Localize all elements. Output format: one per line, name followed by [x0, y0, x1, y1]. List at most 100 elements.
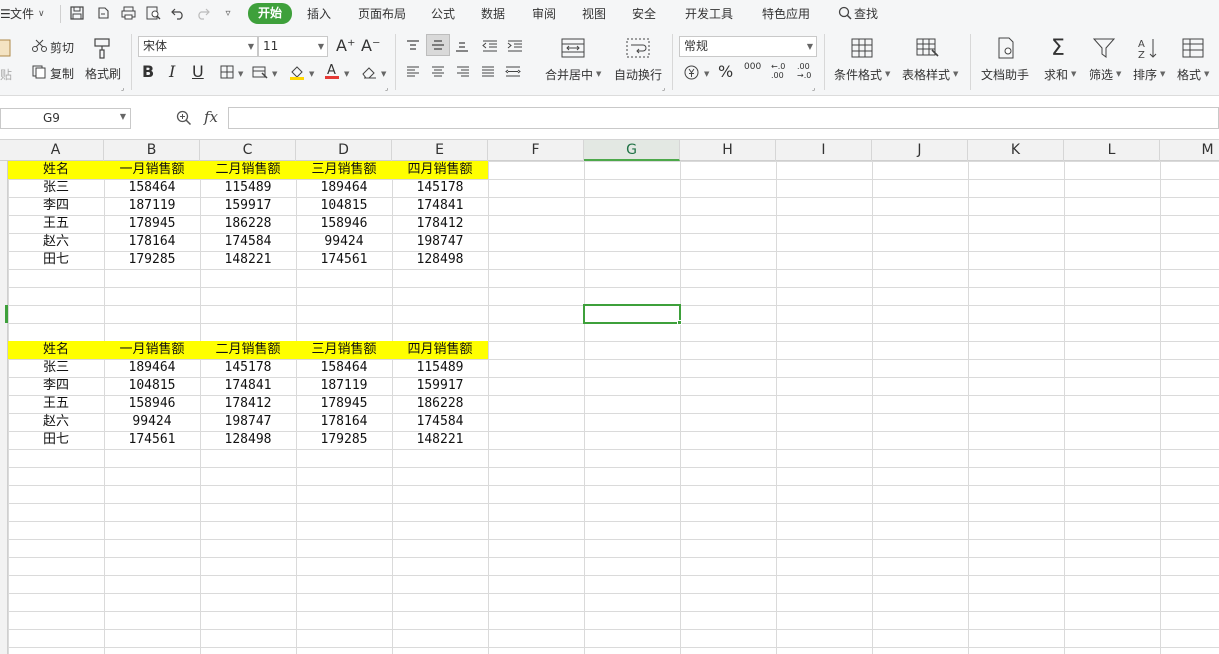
sales-cell[interactable]: 115489	[200, 179, 296, 197]
chevron-down-icon[interactable]: ▼	[1071, 70, 1076, 78]
sales-cell[interactable]: 128498	[392, 251, 488, 269]
sales-cell[interactable]: 174584	[200, 233, 296, 251]
name-cell[interactable]: 王五	[8, 395, 104, 413]
sales-cell[interactable]: 104815	[296, 197, 392, 215]
fx-button[interactable]: fx	[204, 108, 218, 126]
sales-cell[interactable]: 148221	[392, 431, 488, 449]
sales-cell[interactable]: 145178	[200, 359, 296, 377]
table-header-cell[interactable]: 二月销售额	[200, 341, 296, 359]
align-bottom-icon[interactable]	[452, 36, 472, 56]
name-cell[interactable]: 张三	[8, 179, 104, 197]
name-cell[interactable]: 田七	[8, 431, 104, 449]
table-header-cell[interactable]: 一月销售额	[104, 161, 200, 179]
sales-cell[interactable]: 145178	[392, 179, 488, 197]
zoom-function-icon[interactable]	[176, 110, 192, 129]
table-header-cell[interactable]: 姓名	[8, 341, 104, 359]
name-cell[interactable]: 李四	[8, 377, 104, 395]
align-middle-icon[interactable]	[426, 34, 450, 56]
sales-cell[interactable]: 189464	[296, 179, 392, 197]
sales-cell[interactable]: 158946	[104, 395, 200, 413]
column-header-d[interactable]: D	[296, 140, 392, 161]
chevron-down-icon[interactable]: ▼	[953, 70, 958, 78]
wrap-text-icon[interactable]	[624, 36, 652, 60]
cell-area[interactable]: 姓名 一月销售额 二月销售额 三月销售额 四月销售额 张三 158464 115489 1894…	[8, 161, 1219, 654]
sales-cell[interactable]: 174584	[392, 413, 488, 431]
column-header-j[interactable]: J	[872, 140, 968, 161]
sales-cell[interactable]: 186228	[200, 215, 296, 233]
table-style-label[interactable]: 表格样式	[902, 66, 950, 83]
tab-page-layout[interactable]: 页面布局	[358, 4, 406, 24]
column-header-e[interactable]: E	[392, 140, 488, 161]
chevron-down-icon[interactable]: ▼	[120, 112, 126, 121]
borders-icon[interactable]	[218, 64, 236, 80]
number-format-select[interactable]: 常规 ▼	[679, 36, 817, 57]
chevron-down-icon[interactable]: ▼	[704, 70, 709, 78]
chevron-down-icon[interactable]: ▼	[381, 70, 386, 78]
currency-icon[interactable]	[683, 64, 699, 80]
fill-color-icon[interactable]	[288, 64, 306, 80]
align-center-icon[interactable]	[428, 62, 448, 82]
shrink-font-button[interactable]: A⁻	[361, 36, 380, 55]
font-name-select[interactable]: 宋体 ▼	[138, 36, 258, 57]
table-header-cell[interactable]: 三月销售额	[296, 341, 392, 359]
column-header-c[interactable]: C	[200, 140, 296, 161]
table-header-cell[interactable]: 四月销售额	[392, 341, 488, 359]
sales-cell[interactable]: 159917	[392, 377, 488, 395]
name-cell[interactable]: 赵六	[8, 413, 104, 431]
dialog-launcher-icon[interactable]: ⌟	[385, 84, 388, 92]
paste-label[interactable]: 贴	[0, 66, 12, 83]
column-header-f[interactable]: F	[488, 140, 584, 161]
copy-label[interactable]: 复制	[50, 65, 74, 82]
tab-developer[interactable]: 开发工具	[685, 4, 733, 24]
thousands-button[interactable]: 000	[744, 62, 761, 72]
dialog-launcher-icon[interactable]: ⌟	[121, 84, 124, 92]
column-header-a[interactable]: A	[8, 140, 104, 161]
sum-icon[interactable]: Σ	[1046, 36, 1070, 61]
clear-format-icon[interactable]	[360, 64, 378, 80]
sales-cell[interactable]: 198747	[392, 233, 488, 251]
file-menu-chevron-icon[interactable]: ∨	[38, 4, 45, 24]
table-header-cell[interactable]: 四月销售额	[392, 161, 488, 179]
sales-cell[interactable]: 178412	[392, 215, 488, 233]
sales-cell[interactable]: 174841	[392, 197, 488, 215]
print-icon[interactable]	[119, 4, 137, 22]
decrease-decimal-button[interactable]: .00 →.0	[797, 62, 811, 80]
doc-helper-icon[interactable]	[994, 36, 1018, 60]
chevron-down-icon[interactable]: ▼	[344, 70, 349, 78]
sales-cell[interactable]: 158946	[296, 215, 392, 233]
chevron-down-icon[interactable]: ▼	[885, 70, 890, 78]
percent-button[interactable]: %	[718, 62, 733, 81]
chevron-down-icon[interactable]: ▼	[238, 70, 243, 78]
align-left-icon[interactable]	[403, 62, 423, 82]
table-header-cell[interactable]: 二月销售额	[200, 161, 296, 179]
fill-handle[interactable]	[677, 320, 682, 325]
dialog-launcher-icon[interactable]: ⌟	[812, 84, 815, 92]
name-cell[interactable]: 赵六	[8, 233, 104, 251]
merge-center-label[interactable]: 合并居中	[545, 66, 593, 83]
table-header-cell[interactable]: 一月销售额	[104, 341, 200, 359]
align-right-icon[interactable]	[453, 62, 473, 82]
name-cell[interactable]: 田七	[8, 251, 104, 269]
cell-style-icon[interactable]	[251, 64, 269, 80]
tab-insert[interactable]: 插入	[307, 4, 331, 24]
sales-cell[interactable]: 178164	[296, 413, 392, 431]
sales-cell[interactable]: 158464	[104, 179, 200, 197]
chevron-down-icon[interactable]: ▼	[272, 70, 277, 78]
bold-button[interactable]: B	[142, 62, 154, 81]
column-header-k[interactable]: K	[968, 140, 1064, 161]
sales-cell[interactable]: 187119	[104, 197, 200, 215]
save-icon[interactable]	[68, 4, 86, 22]
sales-cell[interactable]: 178164	[104, 233, 200, 251]
sales-cell[interactable]: 99424	[104, 413, 200, 431]
font-size-select[interactable]: 11 ▼	[258, 36, 328, 57]
sales-cell[interactable]: 186228	[392, 395, 488, 413]
sales-cell[interactable]: 174841	[200, 377, 296, 395]
justify-icon[interactable]	[478, 62, 498, 82]
sales-cell[interactable]: 179285	[296, 431, 392, 449]
sales-cell[interactable]: 189464	[104, 359, 200, 377]
column-header-m[interactable]: M	[1160, 140, 1219, 161]
increase-decimal-button[interactable]: ←.0 .00	[771, 62, 785, 80]
sales-cell[interactable]: 178945	[104, 215, 200, 233]
copy-icon[interactable]	[31, 64, 47, 80]
name-box[interactable]: G9 ▼	[0, 108, 131, 129]
